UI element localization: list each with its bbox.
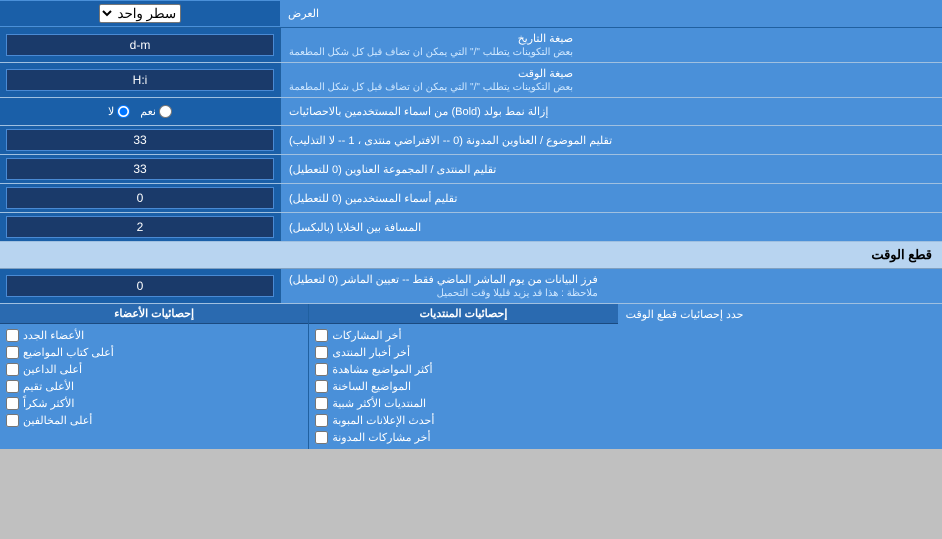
forum-nav-label: تقليم المنتدى / المجموعة العناوين (0 للت… bbox=[280, 155, 942, 183]
topic-nav-input-cell bbox=[0, 126, 280, 154]
cb-members-header: إحصائيات الأعضاء bbox=[0, 304, 308, 324]
cb-last-posts[interactable] bbox=[315, 329, 328, 342]
date-format-input[interactable] bbox=[6, 34, 274, 56]
username-trim-input[interactable] bbox=[6, 187, 274, 209]
cb-item: الأعلى تقيم bbox=[6, 378, 302, 395]
cb-item: الأكثر شكراً bbox=[6, 395, 302, 412]
radio-yes[interactable] bbox=[159, 105, 172, 118]
cb-item: المنتديات الأكثر شبية bbox=[315, 395, 611, 412]
time-format-input[interactable] bbox=[6, 69, 274, 91]
cell-spacing-input[interactable] bbox=[6, 216, 274, 238]
cb-section-members: إحصائيات الأعضاء الأعضاء الجدد أعلى كتاب… bbox=[0, 304, 308, 449]
bold-remove-label: إزالة نمط بولد (Bold) من اسماء المستخدمي… bbox=[280, 98, 942, 125]
cell-spacing-input-cell bbox=[0, 213, 280, 241]
cb-hot-topics[interactable] bbox=[315, 380, 328, 393]
cb-item: أخر أخبار المنتدى bbox=[315, 344, 611, 361]
topic-nav-row: تقليم الموضوع / العناوين المدونة (0 -- ا… bbox=[0, 126, 942, 155]
cb-section-forums: إحصائيات المنتديات أخر المشاركات أخر أخب… bbox=[308, 304, 617, 449]
bold-remove-row: إزالة نمط بولد (Bold) من اسماء المستخدمي… bbox=[0, 98, 942, 126]
cb-item: أخر المشاركات bbox=[315, 327, 611, 344]
filter-row: فرز البيانات من يوم الماشر الماضي فقط --… bbox=[0, 269, 942, 304]
cell-spacing-label: المسافة بين الخلايا (بالبكسل) bbox=[280, 213, 942, 241]
topic-nav-label: تقليم الموضوع / العناوين المدونة (0 -- ا… bbox=[280, 126, 942, 154]
cb-new-members[interactable] bbox=[6, 329, 19, 342]
date-format-label: صيغة التاريخ بعض التكوينات يتطلب "/" الت… bbox=[280, 28, 942, 62]
cb-blog-posts[interactable] bbox=[315, 431, 328, 444]
radio-no[interactable] bbox=[117, 105, 130, 118]
cb-item: أحدث الإعلانات المبوبة bbox=[315, 412, 611, 429]
forum-nav-input[interactable] bbox=[6, 158, 274, 180]
time-format-row: صيغة الوقت بعض التكوينات يتطلب "/" التي … bbox=[0, 63, 942, 98]
cb-members-items: الأعضاء الجدد أعلى كتاب المواضيع أعلى ال… bbox=[0, 324, 308, 432]
filter-label: فرز البيانات من يوم الماشر الماضي فقط --… bbox=[280, 269, 942, 303]
cb-top-inviters[interactable] bbox=[6, 363, 19, 376]
cb-most-viewed[interactable] bbox=[315, 363, 328, 376]
time-format-input-cell bbox=[0, 63, 280, 97]
cb-top-writers[interactable] bbox=[6, 346, 19, 359]
cb-item: أعلى الداعين bbox=[6, 361, 302, 378]
cb-forum-news[interactable] bbox=[315, 346, 328, 359]
main-container: العرض سطر واحد سطرين ثلاثة أسطر صيغة الت… bbox=[0, 0, 942, 449]
cb-item: أخر مشاركات المدونة bbox=[315, 429, 611, 446]
cb-top-violators[interactable] bbox=[6, 414, 19, 427]
realtime-section-header: قطع الوقت bbox=[0, 242, 942, 269]
username-trim-input-cell bbox=[0, 184, 280, 212]
display-select-cell: سطر واحد سطرين ثلاثة أسطر bbox=[0, 1, 280, 26]
display-select[interactable]: سطر واحد سطرين ثلاثة أسطر bbox=[99, 4, 181, 23]
cb-popular-forums[interactable] bbox=[315, 397, 328, 410]
cb-top-rated[interactable] bbox=[6, 380, 19, 393]
display-label: العرض bbox=[280, 3, 942, 24]
display-row: العرض سطر واحد سطرين ثلاثة أسطر bbox=[0, 0, 942, 28]
filter-input-cell bbox=[0, 269, 280, 303]
cb-latest-ads[interactable] bbox=[315, 414, 328, 427]
date-format-row: صيغة التاريخ بعض التكوينات يتطلب "/" الت… bbox=[0, 28, 942, 63]
bold-remove-radio-cell: نعم لا bbox=[0, 98, 280, 125]
cb-item: أعلى المخالفين bbox=[6, 412, 302, 429]
radio-no-label[interactable]: لا bbox=[108, 105, 130, 118]
forum-nav-input-cell bbox=[0, 155, 280, 183]
cb-item: أكثر المواضيع مشاهدة bbox=[315, 361, 611, 378]
cb-item: أعلى كتاب المواضيع bbox=[6, 344, 302, 361]
date-format-input-cell bbox=[0, 28, 280, 62]
cb-forums-items: أخر المشاركات أخر أخبار المنتدى أكثر الم… bbox=[309, 324, 617, 449]
cb-item: الأعضاء الجدد bbox=[6, 327, 302, 344]
cb-forums-header: إحصائيات المنتديات bbox=[309, 304, 617, 324]
cb-item: المواضيع الساخنة bbox=[315, 378, 611, 395]
radio-yes-label[interactable]: نعم bbox=[140, 105, 172, 118]
username-trim-label: تقليم أسماء المستخدمين (0 للتعطيل) bbox=[280, 184, 942, 212]
cb-most-thanked[interactable] bbox=[6, 397, 19, 410]
stats-label: حدد إحصائيات قطع الوقت bbox=[618, 304, 942, 449]
filter-input[interactable] bbox=[6, 275, 274, 297]
cell-spacing-row: المسافة بين الخلايا (بالبكسل) bbox=[0, 213, 942, 242]
time-format-label: صيغة الوقت بعض التكوينات يتطلب "/" التي … bbox=[280, 63, 942, 97]
topic-nav-input[interactable] bbox=[6, 129, 274, 151]
forum-nav-row: تقليم المنتدى / المجموعة العناوين (0 للت… bbox=[0, 155, 942, 184]
checkboxes-section: حدد إحصائيات قطع الوقت إحصائيات المنتديا… bbox=[0, 304, 942, 449]
username-trim-row: تقليم أسماء المستخدمين (0 للتعطيل) bbox=[0, 184, 942, 213]
